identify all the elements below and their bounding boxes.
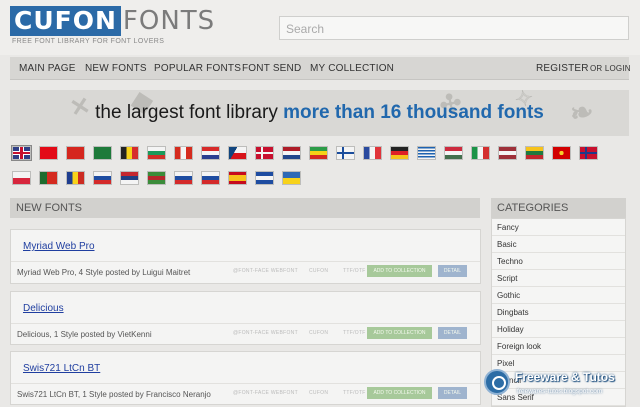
ttf-label[interactable]: TTF/OTF	[343, 330, 366, 336]
font-card: Myriad Web Pro Myriad Web Pro, 4 Style p…	[10, 229, 481, 284]
flag-hungary-icon[interactable]	[444, 146, 463, 160]
cufon-label[interactable]: CUFON	[309, 390, 328, 396]
detail-button[interactable]: DETAIL	[438, 327, 467, 339]
watermark: Freeware & Tutos freewares-tutos.blogspo…	[479, 366, 640, 407]
flag-turkey-icon[interactable]	[39, 146, 58, 160]
flag-france-icon[interactable]	[363, 146, 382, 160]
flag-uk-icon[interactable]	[11, 145, 32, 161]
site-logo[interactable]: CUFON FONTS	[10, 6, 215, 36]
font-meta: Delicious, 1 Style posted by VietKenni	[17, 330, 152, 339]
flag-russia-icon[interactable]	[93, 171, 112, 185]
flag-ethiopia-icon[interactable]	[309, 146, 328, 160]
detail-button[interactable]: DETAIL	[438, 265, 467, 277]
categories-heading: CATEGORIES	[491, 198, 626, 218]
flag-finland-icon[interactable]	[336, 146, 355, 160]
add-to-collection-button[interactable]: ADD TO COLLECTION	[367, 327, 432, 339]
flag-belgium-icon[interactable]	[120, 146, 139, 160]
font-card: Delicious Delicious, 1 Style posted by V…	[10, 291, 481, 345]
category-script[interactable]: Script	[492, 270, 625, 287]
flag-greece-icon[interactable]	[417, 146, 436, 160]
flag-saudi-icon[interactable]	[93, 146, 112, 160]
divider	[11, 383, 480, 384]
cufon-label[interactable]: CUFON	[309, 330, 328, 336]
cufon-label[interactable]: CUFON	[309, 268, 328, 274]
divider	[11, 323, 480, 324]
ttf-label[interactable]: TTF/OTF	[343, 390, 366, 396]
flag-romania-icon[interactable]	[66, 171, 85, 185]
flag-slovakia-icon[interactable]	[174, 171, 193, 185]
banner-text-highlight: more than 16 thousand fonts	[283, 102, 544, 123]
logo-box: CUFON	[10, 6, 121, 36]
flag-lithuania-icon[interactable]	[525, 146, 544, 160]
nav-new-fonts[interactable]: NEW FONTS	[85, 63, 147, 74]
main-nav: MAIN PAGE NEW FONTS POPULAR FONTS FONT S…	[10, 57, 631, 80]
add-to-collection-button[interactable]: ADD TO COLLECTION	[367, 387, 432, 399]
flag-serbia-icon[interactable]	[120, 171, 139, 185]
font-title-link[interactable]: Swis721 LtCn BT	[23, 363, 100, 374]
flag-italy-icon[interactable]	[471, 146, 490, 160]
flag-canada-icon[interactable]	[174, 146, 193, 160]
category-fancy[interactable]: Fancy	[492, 219, 625, 236]
flag-slovenia-icon[interactable]	[201, 171, 220, 185]
detail-button[interactable]: DETAIL	[438, 387, 467, 399]
category-dingbats[interactable]: Dingbats	[492, 304, 625, 321]
font-meta: Myriad Web Pro, 4 Style posted by Luigui…	[17, 268, 191, 277]
category-techno[interactable]: Techno	[492, 253, 625, 270]
webfont-label[interactable]: @FONT-FACE WEBFONT	[233, 330, 298, 336]
flag-suriname-icon[interactable]	[147, 171, 166, 185]
webfont-label[interactable]: @FONT-FACE WEBFONT	[233, 390, 298, 396]
ttf-label[interactable]: TTF/OTF	[343, 268, 366, 274]
flag-portugal-icon[interactable]	[39, 171, 58, 185]
flag-el-salvador-icon[interactable]	[255, 171, 274, 185]
banner-headline: the largest font library more than 16 th…	[10, 90, 629, 136]
font-title-link[interactable]: Delicious	[23, 303, 64, 314]
nav-popular-fonts[interactable]: POPULAR FONTS	[154, 63, 241, 74]
site-header: CUFON FONTS FREE FONT LIBRARY FOR FONT L…	[0, 0, 640, 55]
category-basic[interactable]: Basic	[492, 236, 625, 253]
category-foreign-look[interactable]: Foreign look	[492, 338, 625, 355]
flag-denmark-icon[interactable]	[255, 146, 274, 160]
add-to-collection-button[interactable]: ADD TO COLLECTION	[367, 265, 432, 277]
category-gothic[interactable]: Gothic	[492, 287, 625, 304]
font-title-link[interactable]: Myriad Web Pro	[23, 241, 95, 252]
flag-bulgaria-icon[interactable]	[147, 146, 166, 160]
register-link[interactable]: REGISTER	[536, 63, 589, 74]
hero-banner: ✕ ◆ ✣ ❧ ✧ the largest font library more …	[10, 90, 629, 136]
login-link[interactable]: OR LOGIN	[590, 64, 631, 73]
category-holiday[interactable]: Holiday	[492, 321, 625, 338]
flag-spain-icon[interactable]	[228, 171, 247, 185]
flag-czech-icon[interactable]	[228, 146, 247, 160]
nav-my-collection[interactable]: MY COLLECTION	[310, 63, 394, 74]
nav-font-send[interactable]: FONT SEND	[242, 63, 301, 74]
flag-albania-icon[interactable]	[66, 146, 85, 160]
font-card: Swis721 LtCn BT Swis721 LtCn BT, 1 Style…	[10, 351, 481, 405]
flag-netherlands-icon[interactable]	[282, 146, 301, 160]
nav-main-page[interactable]: MAIN PAGE	[19, 63, 76, 74]
banner-text-main: the largest font library	[95, 102, 278, 123]
new-fonts-heading: NEW FONTS	[10, 198, 480, 218]
watermark-url: freewares-tutos.blogspot.com	[517, 388, 603, 395]
flag-germany-icon[interactable]	[390, 146, 409, 160]
language-flags	[10, 145, 630, 187]
font-meta: Swis721 LtCn BT, 1 Style posted by Franc…	[17, 390, 211, 399]
flag-latvia-icon[interactable]	[498, 146, 517, 160]
webfont-label[interactable]: @FONT-FACE WEBFONT	[233, 268, 298, 274]
flag-macedonia-icon[interactable]	[552, 146, 571, 160]
flag-ukraine-icon[interactable]	[282, 171, 301, 185]
logo-text: FONTS	[122, 6, 216, 36]
watermark-title: Freeware & Tutos	[515, 370, 615, 384]
flag-croatia-icon[interactable]	[201, 146, 220, 160]
divider	[11, 261, 480, 262]
search-input[interactable]: Search	[279, 16, 629, 40]
watermark-logo-icon	[484, 369, 510, 395]
flag-norway-icon[interactable]	[579, 146, 598, 160]
site-tagline: FREE FONT LIBRARY FOR FONT LOVERS	[12, 38, 165, 45]
flag-poland-icon[interactable]	[12, 171, 31, 185]
